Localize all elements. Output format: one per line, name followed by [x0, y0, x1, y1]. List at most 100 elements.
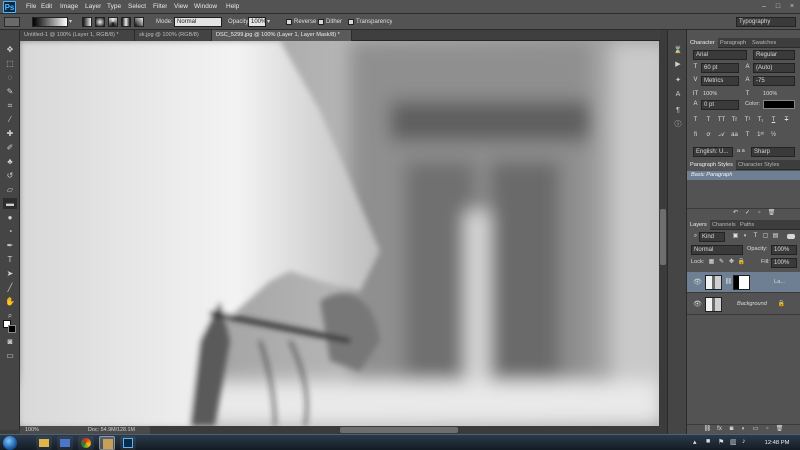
tab-paragraph-styles[interactable]: Paragraph Styles — [687, 160, 736, 170]
layer-opacity-field[interactable]: 100% — [771, 245, 797, 255]
quick-selection-tool-icon[interactable]: ✎ — [3, 86, 17, 97]
lock-transparent-icon[interactable]: ▦ — [707, 258, 716, 267]
blend-mode-select[interactable]: Normal — [691, 245, 743, 255]
tab-untitled-1[interactable]: Untitled-1 @ 100% (Layer 1, RGB/8) * — [20, 30, 135, 41]
swash-icon[interactable]: 𝒜 — [717, 131, 726, 140]
linear-gradient-icon[interactable] — [82, 17, 92, 27]
adjustment-layer-icon[interactable]: ◐ — [739, 425, 748, 434]
subscript-icon[interactable]: T₁ — [756, 116, 765, 125]
photoshop-taskbar-icon[interactable] — [120, 436, 136, 450]
vertical-scale-value[interactable]: 100% — [703, 90, 717, 99]
ligature-icon[interactable]: ﬁ — [691, 131, 700, 140]
filter-toggle[interactable] — [787, 234, 795, 239]
gradient-tool-icon[interactable]: ▬ — [3, 198, 17, 209]
horizontal-scrollbar[interactable] — [150, 426, 659, 434]
menu-file[interactable]: File — [26, 2, 36, 12]
hand-tool-icon[interactable]: ✋ — [3, 296, 17, 307]
menu-help[interactable]: Help — [226, 2, 239, 12]
vertical-scroll-thumb[interactable] — [660, 209, 666, 265]
antialias-select[interactable]: Sharp — [751, 147, 795, 157]
media-taskbar-icon[interactable] — [57, 436, 73, 450]
kerning-field[interactable]: Metrics — [701, 76, 739, 86]
path-selection-tool-icon[interactable]: ➤ — [3, 268, 17, 279]
crop-tool-icon[interactable]: ⌗ — [3, 100, 17, 111]
menu-layer[interactable]: Layer — [85, 2, 101, 12]
dither-checkbox[interactable] — [318, 19, 324, 25]
menu-image[interactable]: Image — [60, 2, 78, 12]
small-caps-icon[interactable]: Tr — [730, 116, 739, 125]
quick-mask-icon[interactable]: ◙ — [3, 336, 17, 347]
ordinals-icon[interactable]: 1ˢᵗ — [756, 131, 765, 140]
paragraph-icon[interactable]: ¶ — [673, 106, 683, 116]
link-icon[interactable]: ⛓ — [724, 278, 733, 287]
tray-app-icon[interactable]: ■ — [706, 438, 710, 445]
marquee-tool-icon[interactable]: ⬚ — [3, 58, 17, 69]
close-icon[interactable]: × — [786, 2, 798, 11]
baseline-shift-field[interactable]: 0 pt — [701, 100, 739, 110]
layer-thumbnail[interactable] — [705, 297, 722, 312]
menu-window[interactable]: Window — [194, 2, 217, 12]
angle-gradient-icon[interactable] — [108, 17, 118, 27]
document-canvas[interactable] — [20, 41, 659, 426]
redefine-style-icon[interactable]: ✓ — [743, 209, 752, 218]
tracking-field[interactable]: -75 — [753, 76, 795, 86]
menu-edit[interactable]: Edit — [41, 2, 52, 12]
menu-type[interactable]: Type — [107, 2, 121, 12]
workspace-select[interactable]: Typography — [736, 17, 796, 27]
gradient-swatch[interactable] — [32, 17, 68, 27]
opacity-field[interactable]: 100% — [248, 17, 266, 27]
brush-presets-icon[interactable]: ✦ — [673, 76, 683, 86]
background-color-swatch[interactable] — [8, 325, 16, 333]
chrome-taskbar-icon[interactable] — [78, 436, 94, 450]
lasso-tool-icon[interactable]: ◌ — [3, 72, 17, 83]
new-layer-icon[interactable]: ▫ — [763, 425, 772, 434]
basic-paragraph-style[interactable]: Basic Paragraph — [687, 171, 800, 180]
zoom-level[interactable]: 100% — [25, 426, 39, 434]
mode-select[interactable]: Normal — [174, 17, 222, 27]
delete-style-icon[interactable]: 🗑 — [767, 209, 776, 218]
font-size-field[interactable]: 60 pt — [701, 63, 739, 73]
transparency-checkbox[interactable] — [348, 19, 354, 25]
app-taskbar-icon[interactable] — [99, 436, 115, 450]
old-style-icon[interactable]: ơ — [704, 131, 713, 140]
volume-icon[interactable]: ♪ — [742, 438, 746, 445]
titling-icon[interactable]: T — [743, 131, 752, 140]
filter-pixel-icon[interactable]: ▣ — [731, 232, 740, 241]
chevron-down-icon[interactable]: ▾ — [69, 17, 72, 27]
layer-mask-thumbnail[interactable] — [733, 275, 750, 290]
fill-field[interactable]: 100% — [771, 258, 797, 268]
link-layers-icon[interactable]: ⛓ — [703, 425, 712, 434]
tab-swatches[interactable]: Swatches — [749, 38, 779, 48]
pen-tool-icon[interactable]: ✒ — [3, 240, 17, 251]
layer-name[interactable]: La... — [774, 278, 796, 287]
new-group-icon[interactable]: ▭ — [751, 425, 760, 434]
all-caps-icon[interactable]: TT — [717, 116, 726, 125]
chevron-down-icon[interactable]: ▾ — [267, 17, 270, 27]
move-tool-icon[interactable]: ✥ — [3, 44, 17, 55]
diamond-gradient-icon[interactable] — [134, 17, 144, 27]
menu-filter[interactable]: Filter — [153, 2, 167, 12]
filter-smart-object-icon[interactable]: ▤ — [771, 232, 780, 241]
eraser-tool-icon[interactable]: ▱ — [3, 184, 17, 195]
visibility-eye-icon[interactable]: 👁 — [693, 279, 702, 287]
start-button[interactable] — [3, 436, 17, 450]
layer-row-layer-1[interactable]: 👁 ⛓ La... — [687, 272, 800, 293]
filter-adjustment-icon[interactable]: ◐ — [741, 232, 750, 241]
reverse-checkbox[interactable] — [286, 19, 292, 25]
brush-tool-icon[interactable]: ✐ — [3, 142, 17, 153]
network-icon[interactable]: ▥ — [730, 438, 737, 446]
new-style-icon[interactable]: ▫ — [755, 209, 764, 218]
screen-mode-icon[interactable]: ▭ — [3, 350, 17, 361]
eyedropper-tool-icon[interactable]: ⁄ — [3, 114, 17, 125]
layer-filter-select[interactable]: Kind — [699, 232, 725, 242]
explorer-taskbar-icon[interactable] — [36, 436, 52, 450]
tab-sk-jpg[interactable]: sk.jpg @ 100% (RGB/8) — [135, 30, 212, 41]
delete-layer-icon[interactable]: 🗑 — [775, 425, 784, 434]
maximize-icon[interactable]: □ — [772, 2, 784, 11]
language-select[interactable]: English: U... — [693, 147, 733, 157]
menu-view[interactable]: View — [174, 2, 188, 12]
visibility-eye-icon[interactable]: 👁 — [693, 301, 702, 309]
history-brush-tool-icon[interactable]: ↺ — [3, 170, 17, 181]
radial-gradient-icon[interactable] — [95, 17, 105, 27]
layer-name[interactable]: Background — [737, 300, 767, 309]
